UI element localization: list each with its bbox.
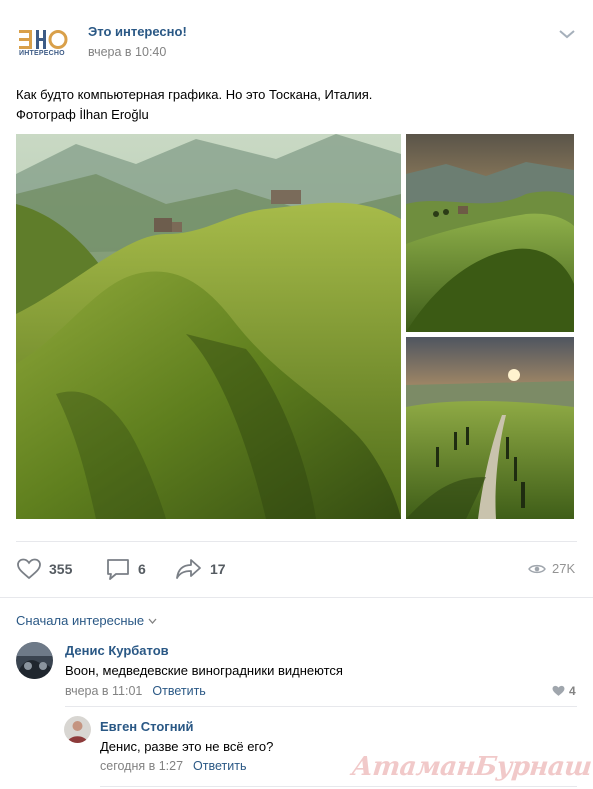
chevron-down-icon bbox=[148, 618, 157, 624]
share-count: 17 bbox=[210, 561, 226, 577]
divider bbox=[100, 786, 577, 787]
reply-button[interactable]: Ответить bbox=[152, 684, 205, 698]
reply-button[interactable]: Ответить bbox=[193, 759, 246, 773]
comment-text: Денис, разве это не всё его? bbox=[100, 739, 274, 754]
comment-time[interactable]: вчера в 11:01 bbox=[65, 684, 142, 698]
comment-time[interactable]: сегодня в 1:27 bbox=[100, 759, 183, 773]
comment-author[interactable]: Евген Стогний bbox=[100, 719, 194, 734]
post-author[interactable]: Это интересно! bbox=[88, 24, 187, 39]
divider bbox=[0, 597, 593, 598]
post-text: Как будто компьютерная графика. Но это Т… bbox=[16, 85, 576, 125]
like-count: 355 bbox=[49, 561, 73, 577]
post-text-line: Как будто компьютерная графика. Но это Т… bbox=[16, 87, 373, 102]
post-time[interactable]: вчера в 10:40 bbox=[88, 45, 166, 59]
comment-button[interactable]: 6 bbox=[106, 557, 146, 581]
comments-sort-label: Сначала интересные bbox=[16, 613, 145, 628]
comment-author[interactable]: Денис Курбатов bbox=[65, 643, 169, 658]
post-text-line: Фотограф İlhan Eroğlu bbox=[16, 107, 149, 122]
photo-main[interactable] bbox=[16, 134, 401, 519]
community-logo[interactable]: ИНТЕРЕСНО bbox=[18, 24, 70, 60]
share-button[interactable]: 17 bbox=[176, 557, 226, 581]
share-icon bbox=[176, 559, 201, 579]
chevron-down-icon[interactable] bbox=[558, 28, 576, 40]
comment-like-button[interactable]: 4 bbox=[552, 684, 576, 698]
avatar[interactable] bbox=[64, 716, 91, 743]
heart-icon bbox=[552, 685, 565, 696]
photo-top-right[interactable] bbox=[406, 134, 574, 332]
logo-caption: ИНТЕРЕСНО bbox=[19, 50, 65, 57]
comment-text: Воон, медведевские виноградники виднеютс… bbox=[65, 663, 343, 678]
like-button[interactable]: 355 bbox=[17, 557, 72, 581]
comment-like-count: 4 bbox=[569, 684, 576, 698]
watermark: АтаманБурнаш для ЯП bbox=[350, 752, 593, 782]
post-card: ИНТЕРЕСНО Это интересно! вчера в 10:40 К… bbox=[0, 0, 593, 789]
divider bbox=[16, 541, 577, 542]
avatar[interactable] bbox=[16, 642, 53, 679]
comment-icon bbox=[107, 559, 129, 580]
eye-icon bbox=[528, 564, 546, 573]
heart-icon bbox=[17, 558, 41, 580]
divider bbox=[65, 706, 577, 707]
comment-count: 6 bbox=[138, 561, 146, 577]
comment-meta: вчера в 11:01 Ответить bbox=[65, 684, 206, 698]
photo-bottom-right[interactable] bbox=[406, 337, 574, 519]
views-counter: 27K bbox=[528, 561, 575, 576]
comments-sort-toggle[interactable]: Сначала интересные bbox=[16, 613, 157, 628]
view-count: 27K bbox=[552, 561, 576, 576]
comment-meta: сегодня в 1:27 Ответить bbox=[100, 759, 246, 773]
